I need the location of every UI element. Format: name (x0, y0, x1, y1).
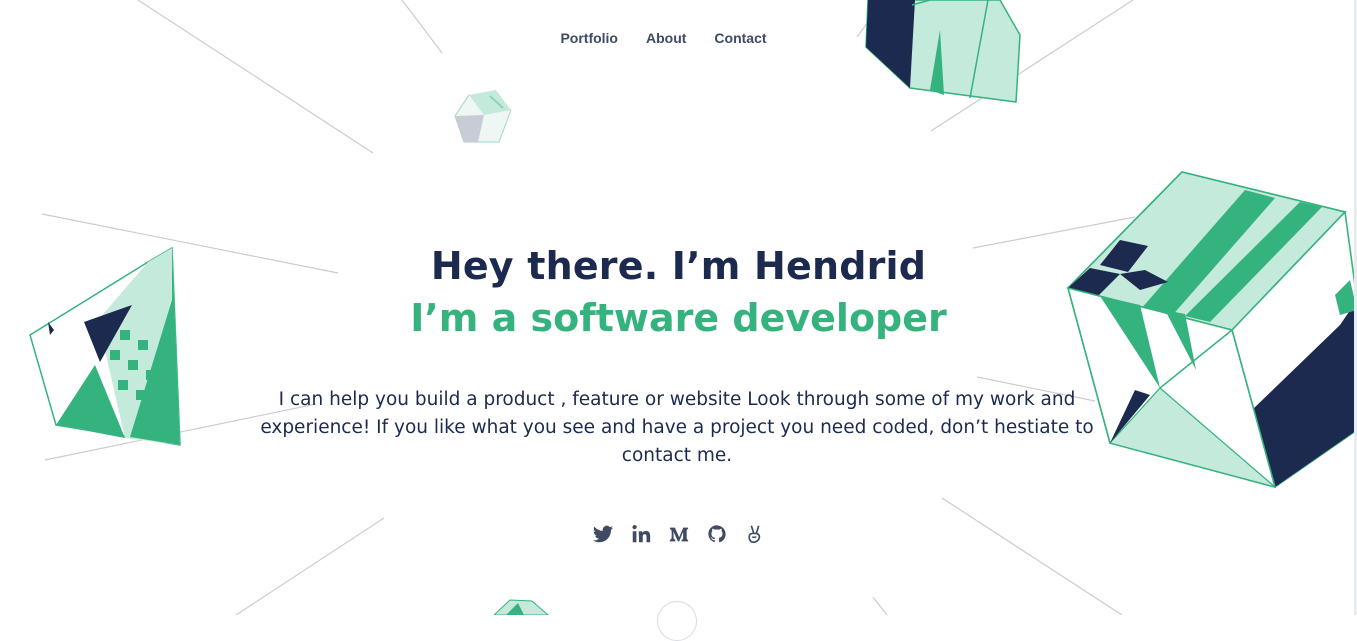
nav-link-about[interactable]: About (646, 30, 686, 46)
top-prism-shape (865, 0, 1021, 103)
bottom-shape (493, 599, 549, 615)
hero-intro: I can help you build a product , feature… (260, 389, 1094, 466)
small-cube-shape (454, 90, 512, 143)
linkedin-link[interactable] (630, 522, 652, 546)
github-link[interactable] (706, 522, 728, 546)
github-icon (707, 525, 726, 543)
scroll-down-button[interactable] (657, 601, 697, 641)
angellist-link[interactable] (744, 522, 766, 546)
nav-link-portfolio[interactable]: Portfolio (560, 30, 618, 46)
nav-link-contact[interactable]: Contact (714, 30, 766, 46)
medium-icon (669, 527, 688, 542)
hero-role: I’m a software developer (410, 296, 947, 340)
medium-link[interactable] (668, 522, 690, 546)
angellist-icon (747, 525, 760, 544)
linkedin-icon (631, 525, 650, 543)
twitter-link[interactable] (592, 522, 614, 546)
twitter-icon (592, 525, 613, 543)
social-links (0, 522, 1357, 546)
top-navigation: Portfolio About Contact (0, 30, 1357, 46)
hero-greeting: Hey there. I’m Hendrid (430, 244, 927, 288)
